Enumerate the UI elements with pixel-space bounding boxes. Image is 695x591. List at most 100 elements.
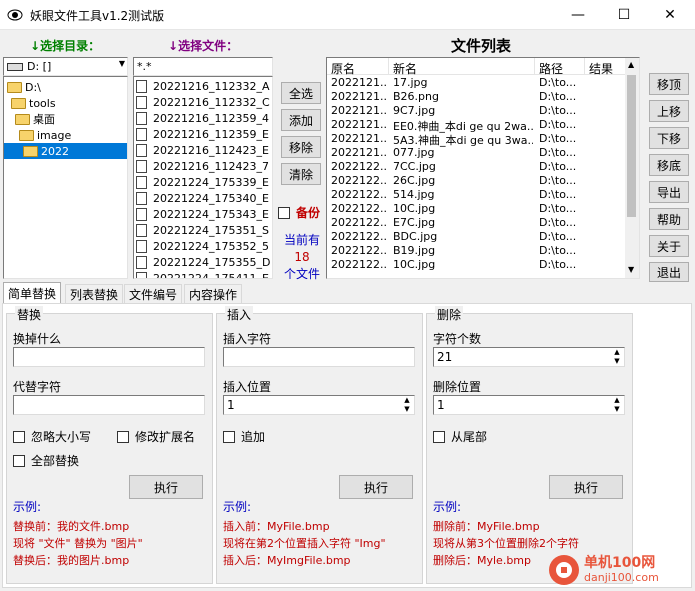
table-row[interactable]: 2022122... 10C.jpg D:\to...	[327, 258, 625, 272]
spin-arrows-icon[interactable]: ▲ ▼	[610, 396, 624, 414]
file-list-item[interactable]: 20221216_112359_E	[136, 126, 269, 142]
table-row[interactable]: 2022122... E7C.jpg D:\to...	[327, 216, 625, 230]
checkbox-icon[interactable]	[223, 430, 235, 443]
insert-group-title: 插入	[225, 306, 254, 323]
tree-item-drive[interactable]: D:\	[7, 79, 41, 95]
replace-all-checkbox[interactable]: 全部替换	[13, 452, 79, 469]
col-header-path[interactable]: 路径	[539, 60, 563, 77]
insert-pos-spinner[interactable]: 1 ▲ ▼	[223, 395, 415, 415]
drive-select[interactable]: D: [] ▼	[3, 57, 128, 76]
add-button[interactable]: 添加	[281, 109, 321, 131]
file-list-item[interactable]: 20221216_112359_4	[136, 110, 269, 126]
tab-list-replace[interactable]: 列表替换	[65, 284, 124, 304]
remove-button[interactable]: 移除	[281, 136, 321, 158]
table-row[interactable]: 2022121... 9C7.jpg D:\to...	[327, 104, 625, 118]
replace-with-input[interactable]	[13, 395, 205, 415]
table-row[interactable]: 2022121... 077.jpg D:\to...	[327, 146, 625, 160]
tab-file-numbering[interactable]: 文件编号	[124, 284, 183, 304]
file-listbox[interactable]: 20221216_112332_A 20221216_112332_C 202212…	[133, 76, 273, 279]
find-input[interactable]	[13, 347, 205, 367]
table-row[interactable]: 2022121... 17.jpg D:\to...	[327, 76, 625, 90]
clear-button[interactable]: 清除	[281, 163, 321, 185]
table-row[interactable]: 2022121... 5A3.神曲_本di ge qu 3wa... D:\to..…	[327, 132, 625, 147]
ignore-case-checkbox[interactable]: 忽略大小写	[13, 428, 91, 445]
table-scrollbar[interactable]: ▲ ▼	[625, 58, 639, 278]
tab-content-ops[interactable]: 内容操作	[184, 284, 243, 304]
select-file-label: ↓选择文件：	[168, 39, 239, 53]
table-cell: 2022121...	[331, 104, 387, 117]
arrow-icon: ↓	[30, 39, 41, 53]
col-header-original[interactable]: 原名	[331, 60, 355, 77]
checkbox-icon[interactable]	[433, 430, 445, 443]
from-end-checkbox[interactable]: 从尾部	[433, 428, 487, 445]
export-button[interactable]: 导出	[649, 181, 689, 203]
checkbox-icon[interactable]	[13, 454, 25, 467]
table-row[interactable]: 2022122... 10C.jpg D:\to...	[327, 202, 625, 216]
file-list-item[interactable]: 20221224_175351_S	[136, 222, 269, 238]
file-list-item[interactable]: 20221224_175355_D	[136, 254, 270, 270]
help-button[interactable]: 帮助	[649, 208, 689, 230]
watermark-text: 单机100网	[584, 555, 656, 571]
scroll-thumb[interactable]	[627, 75, 636, 217]
file-filter-input[interactable]: *.*	[133, 57, 273, 76]
close-button[interactable]: ✕	[647, 0, 693, 30]
table-row[interactable]: 2022122... 26C.jpg D:\to...	[327, 174, 625, 188]
table-row[interactable]: 2022122... 7CC.jpg D:\to...	[327, 160, 625, 174]
minimize-button[interactable]: —	[555, 0, 601, 30]
tree-item-desktop[interactable]: 桌面	[15, 111, 55, 127]
table-row[interactable]: 2022122... B19.jpg D:\to...	[327, 244, 625, 258]
append-checkbox[interactable]: 追加	[223, 428, 265, 445]
tab-simple-replace[interactable]: 简单替换	[3, 282, 62, 304]
file-list-item[interactable]: 20221224_175343_E	[136, 206, 269, 222]
insert-chars-input[interactable]	[223, 347, 415, 367]
checkbox-icon[interactable]	[117, 430, 129, 443]
exit-button[interactable]: 退出	[649, 262, 689, 282]
move-top-button[interactable]: 移顶	[649, 73, 689, 95]
spin-arrows-icon[interactable]: ▲ ▼	[400, 396, 414, 414]
tree-item-2022[interactable]: 2022	[4, 143, 127, 159]
file-list-item[interactable]: 20221224_175352_5	[136, 238, 269, 254]
chevron-down-icon[interactable]: ▼	[119, 59, 125, 68]
checkbox-icon[interactable]	[13, 430, 25, 443]
checkbox-icon[interactable]	[278, 206, 290, 219]
chevron-up-icon[interactable]: ▲	[628, 60, 634, 69]
move-bottom-button[interactable]: 移底	[649, 154, 689, 176]
table-row[interactable]: 2022121... B26.png D:\to...	[327, 90, 625, 104]
directory-tree[interactable]: D:\ tools 桌面 image 2022	[3, 76, 128, 279]
col-header-result[interactable]: 结果	[589, 60, 613, 77]
table-row[interactable]: 2022121... EE0.神曲_本di ge qu 2wa... D:\to..…	[327, 118, 625, 133]
move-up-button[interactable]: 上移	[649, 100, 689, 122]
delete-count-spinner[interactable]: 21 ▲ ▼	[433, 347, 625, 367]
replace-group: 替换 换掉什么 代替字符 忽略大小写 修改扩展名 全部替换 执行 示例: 替换前…	[6, 306, 213, 584]
table-cell: 2022122...	[331, 174, 387, 187]
file-list-item[interactable]: 20221216_112332_C	[136, 94, 270, 110]
move-down-button[interactable]: 下移	[649, 127, 689, 149]
file-list-item[interactable]: 20221224_175340_E	[136, 190, 269, 206]
file-list-item[interactable]: 20221216_112423_7	[136, 158, 269, 174]
arrow-icon: ↓	[168, 39, 179, 53]
file-table[interactable]: 原名 新名 路径 结果 2022121... 17.jpg D:\to... 2022…	[326, 57, 640, 279]
file-list-item[interactable]: 20221224_175339_E	[136, 174, 269, 190]
insert-exec-button[interactable]: 执行	[339, 475, 413, 499]
insert-pos-label: 插入位置	[223, 380, 272, 394]
file-list-item[interactable]: 20221216_112332_A	[136, 78, 270, 94]
delete-group-title: 删除	[435, 306, 464, 323]
col-header-new[interactable]: 新名	[393, 60, 417, 77]
tree-item-image[interactable]: image	[19, 127, 71, 143]
maximize-button[interactable]: ☐	[601, 0, 647, 30]
table-row[interactable]: 2022122... BDC.jpg D:\to...	[327, 230, 625, 244]
chevron-down-icon[interactable]: ▼	[628, 265, 634, 274]
about-button[interactable]: 关于	[649, 235, 689, 257]
tree-item-tools[interactable]: tools	[11, 95, 56, 111]
delete-pos-spinner[interactable]: 1 ▲ ▼	[433, 395, 625, 415]
replace-exec-button[interactable]: 执行	[129, 475, 203, 499]
delete-exec-button[interactable]: 执行	[549, 475, 623, 499]
change-ext-checkbox[interactable]: 修改扩展名	[117, 428, 195, 445]
folder-open-icon	[23, 145, 38, 157]
file-list-item[interactable]: 20221224_175411_E	[136, 270, 269, 278]
spin-arrows-icon[interactable]: ▲ ▼	[610, 348, 624, 366]
table-row[interactable]: 2022122... 514.jpg D:\to...	[327, 188, 625, 202]
backup-checkbox[interactable]: 备份	[278, 204, 320, 221]
select-all-button[interactable]: 全选	[281, 82, 321, 104]
file-list-item[interactable]: 20221216_112423_E	[136, 142, 269, 158]
